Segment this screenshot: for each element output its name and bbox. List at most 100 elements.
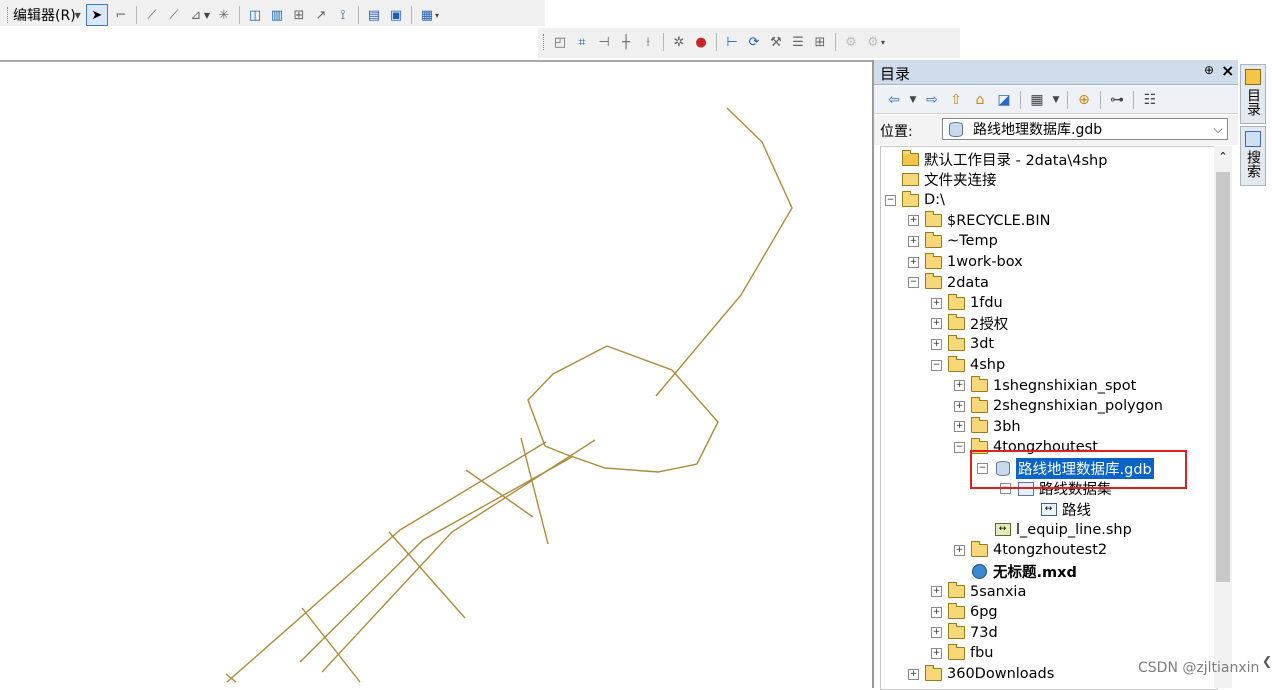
tree-item[interactable]: +2授权	[881, 314, 1217, 334]
grid-icon[interactable]: ⊞	[811, 33, 829, 51]
view-dropdown-icon[interactable]: ▼	[1051, 90, 1061, 110]
home-icon[interactable]: ⌂	[970, 90, 990, 110]
disabled-a-icon[interactable]: ⚙	[842, 33, 860, 51]
tree-item[interactable]: 文件夹连接	[881, 170, 1217, 190]
tree-item[interactable]: +5sanxia	[881, 582, 1217, 602]
location-combobox[interactable]: 路线地理数据库.gdb ⌵	[942, 118, 1228, 140]
expand-icon[interactable]: +	[931, 338, 942, 350]
rotate-icon[interactable]: ✳	[215, 6, 233, 24]
tree-item[interactable]: +73d	[881, 623, 1217, 643]
tree-item[interactable]: + ~Temp	[881, 231, 1217, 251]
geocode-icon[interactable]: ⚒	[767, 33, 785, 51]
toolbar-grip[interactable]	[7, 7, 10, 23]
attributes-icon[interactable]: ◫	[246, 6, 264, 24]
expand-icon[interactable]: +	[954, 544, 965, 556]
view-options-icon[interactable]: ▦	[1027, 90, 1047, 110]
expand-icon[interactable]: +	[908, 256, 919, 268]
tree-item[interactable]: +1shegnshixian_spot	[881, 376, 1217, 396]
details-view-icon[interactable]: ☷	[1140, 90, 1160, 110]
expand-icon[interactable]: +	[908, 235, 919, 247]
tree-item[interactable]: ↔ 路线	[881, 499, 1217, 519]
tree-item[interactable]: + $RECYCLE.BIN	[881, 211, 1217, 231]
tree-item[interactable]: 默认工作目录 - 2data\4shp	[881, 149, 1217, 169]
tree-item[interactable]: +3dt	[881, 334, 1217, 354]
customize-icon[interactable]: ▦	[418, 6, 436, 24]
chevron-down-icon[interactable]: ▼	[75, 11, 81, 20]
tree-item[interactable]: +4tongzhoutest2	[881, 540, 1217, 560]
table-icon[interactable]: ▤	[365, 6, 383, 24]
tree-item[interactable]: +6pg	[881, 602, 1217, 622]
intersect-icon[interactable]: ⟊	[639, 33, 657, 51]
expand-icon[interactable]: +	[908, 215, 919, 227]
expand-icon[interactable]: +	[931, 318, 942, 330]
tree-item[interactable]: 无标题.mxd	[881, 561, 1217, 581]
extend-icon[interactable]: ⊣	[595, 33, 613, 51]
snap-icon[interactable]: ⟟	[334, 6, 352, 24]
collapse-icon[interactable]: −	[885, 194, 896, 206]
close-icon[interactable]: ×	[1221, 61, 1234, 80]
chevron-down-icon[interactable]: ▼	[204, 11, 210, 20]
expand-icon[interactable]: +	[931, 297, 942, 309]
chevron-down-icon[interactable]: ⌵	[1209, 122, 1227, 137]
trace-icon[interactable]: ↗	[312, 6, 330, 24]
folder-icon	[948, 602, 965, 619]
pin-icon[interactable]: ⊕	[1204, 63, 1214, 77]
select-features-icon[interactable]: ◰	[551, 33, 569, 51]
chevron-left-icon[interactable]: ❮	[1262, 654, 1272, 668]
scroll-thumb[interactable]	[1216, 172, 1230, 582]
toolbar-grip[interactable]	[543, 34, 546, 50]
tree-item[interactable]: − 4shp	[881, 355, 1217, 375]
edit-vertices-icon[interactable]: ⌐	[112, 6, 130, 24]
toolbar-options-icon[interactable]: ▾	[881, 38, 885, 47]
expand-icon[interactable]: +	[908, 668, 919, 680]
sparkle-icon[interactable]: ✲	[670, 33, 688, 51]
collapse-icon[interactable]: −	[931, 359, 942, 371]
connect-folder-icon[interactable]: ◪	[994, 90, 1014, 110]
reshape-icon[interactable]: ⟋	[143, 6, 161, 24]
expand-icon[interactable]: +	[954, 400, 965, 412]
tab-catalog[interactable]: 目录	[1240, 64, 1266, 124]
create-features-icon[interactable]: ⊞	[290, 6, 308, 24]
expand-icon[interactable]: +	[931, 647, 942, 659]
chart-icon[interactable]: ▣	[387, 6, 405, 24]
folder-icon	[948, 334, 965, 351]
sketch-properties-icon[interactable]: ▥	[268, 6, 286, 24]
tree-item[interactable]: +1fdu	[881, 293, 1217, 313]
trim-icon[interactable]: ┼	[617, 33, 635, 51]
new-folder-icon[interactable]: ⊕	[1074, 90, 1094, 110]
network-icon[interactable]: ⊢	[723, 33, 741, 51]
scroll-up-icon[interactable]: ⌃	[1214, 150, 1232, 163]
back-dropdown-icon[interactable]: ▼	[908, 90, 918, 110]
refresh-icon[interactable]: ⟳	[745, 33, 763, 51]
tree-item[interactable]: ↔ l_equip_line.shp	[881, 520, 1217, 540]
expand-icon[interactable]: +	[931, 627, 942, 639]
editor-menu-label[interactable]: 编辑器(R)	[13, 5, 76, 25]
tree-item[interactable]: +1work-box	[881, 252, 1217, 272]
list-icon[interactable]: ☰	[789, 33, 807, 51]
tree-item[interactable]: − 2data	[881, 273, 1217, 293]
expand-icon[interactable]: +	[931, 606, 942, 618]
tree-item[interactable]: +3bh	[881, 417, 1217, 437]
expand-icon[interactable]: +	[931, 586, 942, 598]
split-icon[interactable]: ⊿	[187, 6, 205, 24]
catalog-tree[interactable]: 默认工作目录 - 2data\4shp 文件夹连接 − D:\ + $RECYCLE.BI…	[880, 146, 1218, 690]
globe-icon[interactable]: ●	[692, 33, 710, 51]
expand-icon[interactable]: +	[954, 380, 965, 392]
back-icon[interactable]: ⇦	[884, 90, 904, 110]
collapse-icon[interactable]: −	[908, 277, 919, 289]
tree-scrollbar[interactable]: ⌃	[1214, 146, 1232, 688]
tab-search[interactable]: 搜索	[1240, 126, 1266, 186]
edit-pointer-icon[interactable]: ➤	[85, 4, 108, 26]
disabled-b-icon[interactable]: ⚙	[864, 33, 882, 51]
toolbar-options-icon[interactable]: ▾	[435, 11, 439, 20]
cut-polygon-icon[interactable]: ⟋	[165, 6, 183, 24]
tree-item[interactable]: +2shegnshixian_polygon	[881, 396, 1217, 416]
forward-icon[interactable]: ⇨	[922, 90, 942, 110]
collapse-icon[interactable]: −	[954, 441, 965, 453]
topology-edit-icon[interactable]: ⌗	[573, 33, 591, 51]
tree-item[interactable]: − D:\	[881, 190, 1217, 210]
tree-view-icon[interactable]: ⊶	[1107, 90, 1127, 110]
expand-icon[interactable]: +	[954, 421, 965, 433]
map-view[interactable]	[0, 60, 872, 690]
up-one-level-icon[interactable]: ⇧	[946, 90, 966, 110]
